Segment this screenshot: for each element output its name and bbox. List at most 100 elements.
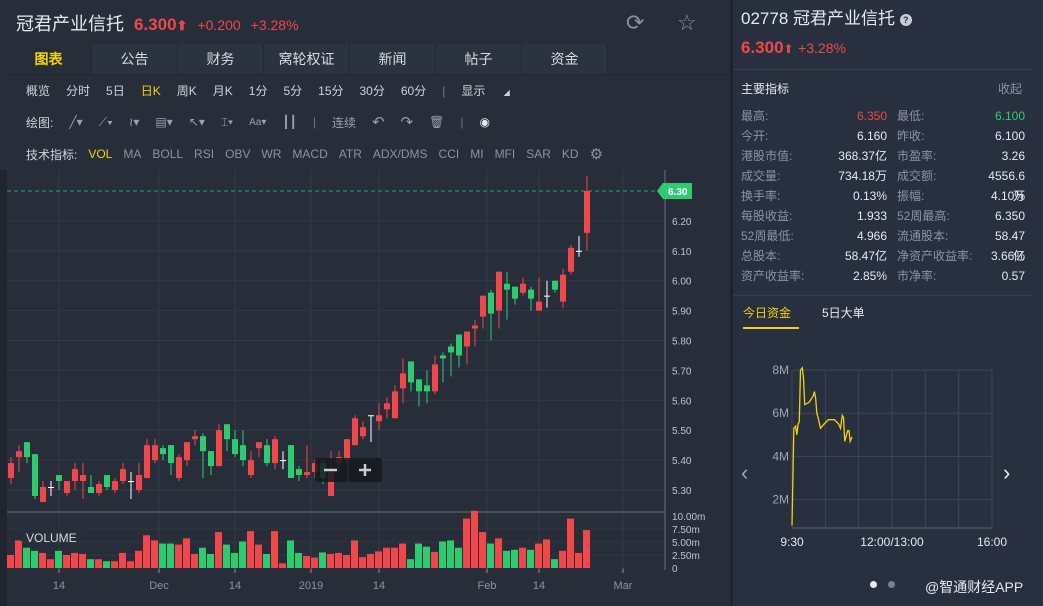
candle-body [184, 442, 190, 461]
volume-bar [23, 547, 30, 568]
x-tick-label: 2019 [299, 580, 323, 592]
period-5d[interactable]: 5日 [106, 82, 125, 99]
tab-announcements[interactable]: 公告 [92, 44, 178, 74]
undo-icon[interactable]: ↶ [372, 113, 385, 131]
volume-bar [399, 543, 406, 568]
tab-5day-big-orders[interactable]: 5日大单 [822, 304, 865, 321]
trash-icon[interactable]: 🗑 [429, 115, 444, 129]
continuous-toggle[interactable]: 连续 [332, 114, 356, 131]
indicator-adx[interactable]: ADX/DMS [373, 147, 428, 161]
indicator-ma[interactable]: MA [123, 147, 141, 161]
indicator-kd[interactable]: KD [562, 147, 579, 161]
arrow-tool-icon[interactable]: ↖▾ [189, 115, 205, 129]
price-tag-text: 6.30 [668, 187, 688, 198]
candlestick-chart[interactable]: 6.20 6.10 6.00 5.90 5.80 5.70 5.60 5.50 5.40 5.30… [0, 170, 730, 606]
period-monthly[interactable]: 月K [213, 82, 233, 99]
volume-bar [119, 552, 126, 568]
candle-tool-icon[interactable]: ┃┃ [282, 115, 296, 129]
wave-tool-icon[interactable]: ≀▾ [129, 115, 140, 129]
metric-value: 6.350 [994, 209, 1025, 223]
tab-news[interactable]: 新闻 [350, 44, 436, 74]
candle-body [216, 430, 222, 467]
eye-icon[interactable]: ◉ [479, 115, 489, 129]
indicator-mi[interactable]: MI [470, 147, 483, 161]
metric-label: 港股市值: [741, 149, 793, 163]
watermark: @智通财经APP [925, 579, 1024, 595]
period-5m[interactable]: 5分 [283, 82, 302, 99]
indicator-bar: 技术指标: VOL MA BOLL RSI OBV WR MACD ATR AD… [26, 145, 614, 163]
polyline-tool-icon[interactable]: ⟋▾ [99, 115, 113, 130]
indicator-boll[interactable]: BOLL [152, 147, 183, 161]
page-dot[interactable] [888, 581, 895, 588]
measure-tool-icon[interactable]: ⌶▾ [221, 115, 233, 130]
volume-bar [287, 540, 294, 568]
volume-bar [423, 546, 430, 568]
fib-tool-icon[interactable]: ▤▾ [155, 115, 172, 129]
metric-label: 换手率: [741, 189, 781, 203]
volume-bar [559, 550, 566, 568]
quote-panel: 02778 冠君产业信托 ? 6.300⬆ +3.28% 主要指标 收起 最高:… [733, 0, 1043, 606]
text-tool-icon[interactable]: Aa▾ [249, 117, 266, 128]
volume-bar [431, 551, 438, 568]
candle-body [496, 271, 502, 311]
period-overview[interactable]: 概览 [26, 82, 50, 99]
volume-bar [519, 547, 526, 568]
zoom-out-button[interactable] [315, 458, 348, 482]
volume-bar [583, 530, 590, 568]
display-dropdown[interactable]: 显示 ◢ [461, 82, 525, 99]
candle-body [224, 424, 230, 440]
volume-bar [567, 518, 574, 568]
metric-row: 每股收益: 1.933 52周最高: 6.350 [741, 206, 1025, 226]
tab-warrants[interactable]: 窝轮权证 [264, 44, 350, 74]
zoom-in-button[interactable] [348, 458, 382, 482]
candle-body [368, 415, 374, 417]
metric-row: 换手率: 0.13% 振幅: 4.10% [741, 186, 1025, 206]
candle-body [16, 451, 22, 458]
tab-chart[interactable]: 图表 [6, 44, 92, 74]
star-icon[interactable]: ☆ [677, 10, 697, 36]
redo-icon[interactable]: ↷ [401, 113, 414, 131]
period-30m[interactable]: 30分 [360, 82, 385, 99]
period-bar: 概览 分时 5日 日K 周K 月K 1分 5分 15分 30分 60分 | 显示… [26, 82, 542, 99]
period-15m[interactable]: 15分 [318, 82, 343, 99]
y-tick-label: 6.10 [672, 247, 692, 258]
indicator-wr[interactable]: WR [261, 147, 281, 161]
x-tick-label: 9:30 [780, 535, 804, 549]
candle-body [488, 292, 494, 314]
metric-value: 368.37亿 [838, 149, 887, 163]
period-60m[interactable]: 60分 [401, 82, 426, 99]
next-arrow-icon[interactable]: › [1003, 460, 1010, 485]
period-weekly[interactable]: 周K [177, 82, 197, 99]
prev-arrow-icon[interactable]: ‹ [741, 460, 748, 485]
page-dot-active[interactable] [870, 581, 877, 588]
candle-body [232, 439, 238, 455]
y-tick-label: 5.80 [672, 337, 692, 348]
period-daily[interactable]: 日K [141, 82, 161, 99]
y-tick-label: 5.90 [672, 307, 692, 318]
indicator-vol[interactable]: VOL [88, 147, 112, 161]
collapse-button[interactable]: 收起 [998, 80, 1022, 97]
tab-funds[interactable]: 资金 [522, 44, 608, 74]
period-intraday[interactable]: 分时 [66, 82, 90, 99]
x-tick-label: 16:00 [977, 535, 1007, 549]
tab-finance[interactable]: 财务 [178, 44, 264, 74]
indicator-sar[interactable]: SAR [526, 147, 551, 161]
indicator-obv[interactable]: OBV [225, 147, 250, 161]
tab-posts[interactable]: 帖子 [436, 44, 522, 74]
indicator-cci[interactable]: CCI [439, 147, 460, 161]
indicator-rsi[interactable]: RSI [194, 147, 214, 161]
fund-flow-chart: 8M 6M 4M 2M 9:30 12:00/13:00 16:00 ‹ › [741, 363, 1010, 549]
help-icon[interactable]: ? [899, 13, 912, 26]
indicator-atr[interactable]: ATR [339, 147, 362, 161]
volume-bar [191, 553, 198, 568]
line-tool-icon[interactable]: ╱▾ [69, 115, 82, 129]
indicator-mfi[interactable]: MFI [495, 147, 516, 161]
candle-body [360, 427, 366, 437]
period-1m[interactable]: 1分 [249, 82, 268, 99]
indicator-macd[interactable]: MACD [292, 147, 327, 161]
candle-body [64, 481, 70, 493]
refresh-icon[interactable]: ⟳ [626, 10, 644, 36]
volume-bar [351, 540, 358, 568]
tab-today-funds[interactable]: 今日资金 [743, 304, 791, 321]
settings-gear-icon[interactable]: ⚙ [590, 145, 603, 163]
